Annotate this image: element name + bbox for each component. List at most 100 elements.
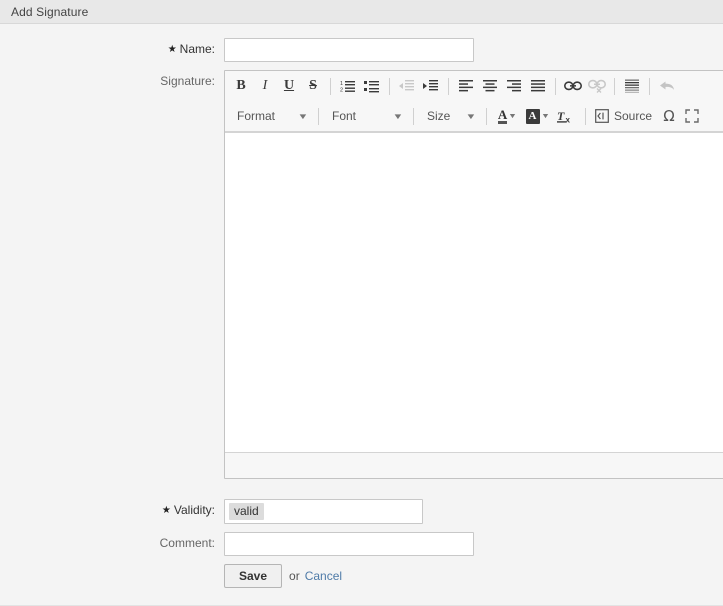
italic-icon: I <box>262 78 268 93</box>
blockquote-button[interactable] <box>620 75 644 97</box>
text-color-icon: A <box>497 107 508 124</box>
toolbar-separator <box>585 107 586 125</box>
unlink-button[interactable] <box>585 75 609 97</box>
chevron-down-icon: ▼ <box>392 111 404 121</box>
align-left-button[interactable] <box>454 75 478 97</box>
strikethrough-icon: S <box>309 78 317 93</box>
rich-text-editor: B I U S 1 2 Format ▼ Font ▼ Size ▼ A ▼ A… <box>224 70 723 479</box>
signature-row: Signature: B I U S 1 2 Format ▼ Font ▼ S… <box>0 70 723 479</box>
special-character-button[interactable]: Ω <box>656 105 682 127</box>
remove-format-button[interactable]: T x <box>552 105 580 127</box>
toolbar-separator <box>448 77 449 95</box>
submit-row: Save or Cancel <box>0 564 723 588</box>
remove-format-icon: T x <box>557 109 571 124</box>
align-justify-button[interactable] <box>526 75 550 97</box>
blockquote-icon <box>625 79 639 93</box>
toolbar-separator <box>649 77 650 95</box>
validity-label: ★ Validity: <box>0 499 224 523</box>
strikethrough-button[interactable]: S <box>301 75 325 97</box>
undo-icon <box>660 81 674 90</box>
editor-toolbar-row-2: Format ▼ Font ▼ Size ▼ A ▼ A ▼ T x Sourc… <box>225 101 723 132</box>
bold-button[interactable]: B <box>229 75 253 97</box>
signature-label: Signature: <box>160 74 215 88</box>
underline-icon: U <box>283 78 295 93</box>
underline-button[interactable]: U <box>277 75 301 97</box>
comment-label: Comment: <box>159 536 215 550</box>
decrease-indent-button[interactable] <box>395 75 419 97</box>
font-dropdown-label: Font <box>332 109 357 123</box>
link-button[interactable] <box>561 75 585 97</box>
omega-icon: Ω <box>663 107 675 125</box>
bold-icon: B <box>236 78 246 93</box>
signature-editor-body[interactable] <box>225 132 723 452</box>
comment-field-cell <box>224 532 723 556</box>
name-label-text: Name: <box>179 42 215 56</box>
background-color-button[interactable]: A ▼ <box>522 105 552 127</box>
align-justify-icon <box>531 80 545 92</box>
svg-text:T: T <box>557 109 565 123</box>
validity-field-cell: valid <box>224 499 723 524</box>
format-dropdown[interactable]: Format ▼ <box>229 104 313 128</box>
increase-indent-button[interactable] <box>419 75 443 97</box>
toolbar-separator <box>486 107 487 125</box>
or-separator-text: or <box>289 569 300 583</box>
source-code-icon <box>595 109 609 123</box>
validity-selected-value: valid <box>229 503 264 520</box>
chevron-down-icon: ▼ <box>540 112 550 120</box>
text-color-button[interactable]: A ▼ <box>492 105 522 127</box>
required-star-icon: ★ <box>167 44 177 55</box>
comment-row: Comment: <box>0 532 723 556</box>
validity-label-text: Validity: <box>173 503 215 517</box>
name-field-cell <box>224 38 723 62</box>
add-signature-form: ★ Name: Signature: B I U S 1 2 Format ▼ … <box>0 38 723 606</box>
toolbar-separator <box>389 77 390 95</box>
source-button[interactable]: Source <box>591 105 656 127</box>
increase-indent-icon <box>423 80 438 91</box>
format-dropdown-label: Format <box>237 109 276 123</box>
validity-select[interactable]: valid <box>224 499 423 524</box>
comment-input[interactable] <box>224 532 474 556</box>
align-right-icon <box>507 80 521 92</box>
svg-text:1: 1 <box>340 81 343 87</box>
background-color-icon: A <box>525 108 540 124</box>
maximize-icon <box>685 109 699 123</box>
validity-row: ★ Validity: valid <box>0 499 723 524</box>
required-star-icon: ★ <box>161 505 171 516</box>
maximize-button[interactable] <box>682 105 702 127</box>
toolbar-separator <box>318 107 319 125</box>
font-dropdown[interactable]: Font ▼ <box>324 104 408 128</box>
form-actions: Save or Cancel <box>224 564 723 588</box>
link-icon <box>564 81 582 91</box>
align-right-button[interactable] <box>502 75 526 97</box>
align-center-icon <box>483 80 497 92</box>
window-header: Add Signature <box>0 0 723 24</box>
chevron-down-icon: ▼ <box>297 111 309 121</box>
toolbar-separator <box>413 107 414 125</box>
size-dropdown[interactable]: Size ▼ <box>419 104 481 128</box>
align-left-icon <box>459 80 473 92</box>
editor-toolbar-row-1: B I U S 1 2 <box>225 71 723 101</box>
save-button[interactable]: Save <box>224 564 283 588</box>
unlink-icon <box>588 79 606 93</box>
name-input[interactable] <box>224 38 474 62</box>
svg-text:2: 2 <box>340 88 343 94</box>
decrease-indent-icon <box>399 80 414 91</box>
toolbar-separator <box>555 77 556 95</box>
bulleted-list-icon <box>364 81 379 93</box>
undo-button[interactable] <box>655 75 679 97</box>
window-title: Add Signature <box>11 4 89 19</box>
size-dropdown-label: Size <box>427 109 451 123</box>
bulleted-list-button[interactable] <box>360 75 384 97</box>
name-row: ★ Name: <box>0 38 723 62</box>
numbered-list-icon: 1 2 <box>340 81 355 94</box>
italic-button[interactable]: I <box>253 75 277 97</box>
cancel-link[interactable]: Cancel <box>305 569 342 583</box>
editor-status-bar <box>225 452 723 478</box>
numbered-list-button[interactable]: 1 2 <box>336 75 360 97</box>
submit-field-cell: Save or Cancel <box>224 564 723 588</box>
svg-text:x: x <box>566 115 571 124</box>
align-center-button[interactable] <box>478 75 502 97</box>
source-button-label: Source <box>614 109 653 123</box>
chevron-down-icon: ▼ <box>465 111 477 121</box>
toolbar-separator <box>330 77 331 95</box>
